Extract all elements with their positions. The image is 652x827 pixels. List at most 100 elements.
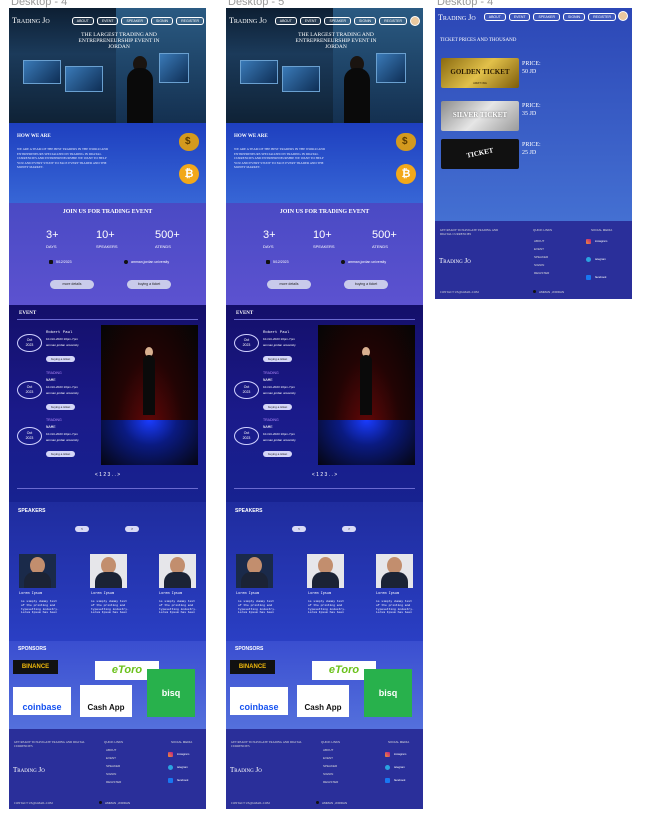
social-facebook[interactable]: facebook: [168, 778, 188, 783]
nav-event[interactable]: EVENT: [299, 17, 322, 25]
site-logo[interactable]: Trading Jo: [229, 16, 267, 25]
desktop-frame-2[interactable]: Trading Jo ABOUT EVENT SPEAKER SIGNIN RE…: [226, 8, 423, 809]
cash-app-logo[interactable]: Cash App: [80, 685, 132, 717]
nav-speaker[interactable]: SPEAKER: [324, 17, 352, 25]
event-speaker: [143, 355, 155, 415]
binance-logo[interactable]: BINANCE: [13, 660, 58, 674]
quick-link-register[interactable]: REGISTER: [323, 780, 338, 784]
quick-link-signin[interactable]: SIGNIN: [323, 772, 333, 776]
event-card-date: 10-Oct-2023: [263, 337, 280, 341]
footer-contact[interactable]: CONTACT US@GMAIL.COM: [440, 290, 479, 294]
nav-event[interactable]: EVENT: [508, 13, 531, 21]
event-buy-ticket-button[interactable]: buying a ticket: [263, 404, 293, 410]
quick-link-speaker[interactable]: SPEAKER: [106, 764, 120, 768]
event-buy-ticket-button[interactable]: buying a ticket: [263, 451, 293, 457]
coinbase-logo[interactable]: coinbase: [13, 687, 71, 715]
stat-attends: 500+ ATENDS: [155, 229, 180, 249]
coinbase-logo[interactable]: coinbase: [230, 687, 288, 715]
nav-about[interactable]: ABOUT: [71, 17, 94, 25]
quick-link-signin[interactable]: SIGNIN: [534, 263, 544, 267]
nav-signin[interactable]: SIGNIN: [354, 17, 377, 25]
event-pagination[interactable]: < 1 2 3 . . >: [9, 472, 206, 478]
event-buy-ticket-button[interactable]: buying a ticket: [46, 404, 76, 410]
site-logo[interactable]: Trading Jo: [438, 13, 476, 22]
quick-link-signin[interactable]: SIGNIN: [106, 772, 116, 776]
nav-register[interactable]: REGISTER: [176, 17, 204, 25]
hero-title: The largest trading and entrepreneurship…: [295, 32, 377, 50]
event-card-hour: 10pm-7pm: [280, 385, 295, 389]
quick-link-event[interactable]: EVENT: [534, 247, 544, 251]
event-buy-ticket-button[interactable]: buying a ticket: [263, 356, 293, 362]
site-logo[interactable]: Trading Jo: [12, 16, 50, 25]
footer-logo[interactable]: Trading Jo: [13, 766, 45, 774]
avatar[interactable]: [410, 16, 420, 26]
more-details-button[interactable]: more details: [267, 280, 311, 289]
binance-logo[interactable]: BINANCE: [230, 660, 275, 674]
avatar[interactable]: [618, 11, 628, 21]
social-instagram[interactable]: instagram: [385, 752, 406, 757]
quick-link-event[interactable]: EVENT: [106, 756, 116, 760]
footer-contact[interactable]: CONTACT US@GMAIL.COM: [231, 801, 270, 805]
quick-link-about[interactable]: ABOUT: [534, 239, 544, 243]
speakers-prev-button[interactable]: <: [75, 526, 89, 532]
event-pagination[interactable]: < 1 2 3 . . >: [226, 472, 423, 478]
footer-logo[interactable]: Trading Jo: [439, 257, 471, 265]
quick-link-about[interactable]: ABOUT: [323, 748, 333, 752]
event-card-name: NAME: [263, 379, 273, 383]
social-telegram[interactable]: telegram: [168, 765, 188, 770]
desktop-frame-1[interactable]: Trading Jo ABOUT EVENT SPEAKER SIGNIN RE…: [9, 8, 206, 809]
social-instagram[interactable]: instagram: [168, 752, 189, 757]
nav-register[interactable]: REGISTER: [588, 13, 616, 21]
stat-value: 10+: [96, 229, 115, 241]
event-card: Robert Paul 10-Oct-2023 10pm-7pm amman,j…: [263, 331, 311, 365]
footer-contact[interactable]: CONTACT US@GMAIL.COM: [14, 801, 53, 805]
event-location-text: amman,jordan university: [348, 260, 387, 264]
event-buy-ticket-button[interactable]: buying a ticket: [46, 356, 76, 362]
nav-about[interactable]: ABOUT: [274, 17, 297, 25]
hero-monitor: [240, 60, 278, 84]
footer-logo[interactable]: Trading Jo: [230, 766, 262, 774]
social-label: telegram: [177, 765, 188, 770]
quick-link-about[interactable]: ABOUT: [106, 748, 116, 752]
facebook-icon: [168, 778, 173, 783]
nav-register[interactable]: REGISTER: [379, 17, 407, 25]
nav-signin[interactable]: SIGNIN: [563, 13, 586, 21]
social-instagram[interactable]: instagram: [586, 239, 607, 244]
desktop-frame-tickets[interactable]: Trading Jo ABOUT EVENT SPEAKER SIGNIN RE…: [435, 8, 632, 299]
event-section: EVENT Oct 2023 Robert Paul 10-Oct-2023 10…: [9, 305, 206, 502]
nav-speaker[interactable]: SPEAKER: [533, 13, 561, 21]
more-details-button[interactable]: more details: [50, 280, 94, 289]
event-card-place: amman,jordan university: [46, 391, 79, 395]
event-date-circle: Oct 2023: [17, 334, 42, 352]
bisq-logo[interactable]: bisq: [364, 669, 412, 717]
stat-days: 3+ DAYS: [263, 229, 276, 249]
event-location: amman,jordan university: [124, 260, 169, 265]
social-facebook[interactable]: facebook: [385, 778, 405, 783]
buy-ticket-button[interactable]: buying a ticket: [127, 280, 171, 289]
speakers-next-button[interactable]: >: [125, 526, 139, 532]
buy-ticket-button[interactable]: buying a ticket: [344, 280, 388, 289]
nav-speaker[interactable]: SPEAKER: [121, 17, 149, 25]
event-buy-ticket-button[interactable]: buying a ticket: [46, 451, 76, 457]
social-telegram[interactable]: telegram: [586, 257, 606, 262]
quick-link-register[interactable]: REGISTER: [106, 780, 121, 784]
event-card: NAME 10-Oct-2023 10pm-7pm amman,jordan u…: [263, 426, 311, 460]
black-price: PRICE: 25 JD: [522, 141, 541, 157]
quick-link-event[interactable]: EVENT: [323, 756, 333, 760]
quick-link-speaker[interactable]: SPEAKER: [323, 764, 337, 768]
nav-about[interactable]: ABOUT: [483, 13, 506, 21]
social-telegram[interactable]: telegram: [385, 765, 405, 770]
nav-signin[interactable]: SIGNIN: [151, 17, 174, 25]
event-card-place: amman,jordan university: [46, 438, 79, 442]
cash-app-logo[interactable]: Cash App: [297, 685, 349, 717]
stat-label: DAYS: [46, 244, 57, 249]
quick-link-register[interactable]: REGISTER: [534, 271, 549, 275]
nav-event[interactable]: EVENT: [96, 17, 119, 25]
speakers-prev-button[interactable]: <: [292, 526, 306, 532]
calendar-icon: [49, 260, 53, 265]
price-value: 35 JD: [522, 111, 537, 117]
speakers-next-button[interactable]: >: [342, 526, 356, 532]
bisq-logo[interactable]: bisq: [147, 669, 195, 717]
quick-link-speaker[interactable]: SPEAKER: [534, 255, 548, 259]
social-facebook[interactable]: facebook: [586, 275, 606, 280]
